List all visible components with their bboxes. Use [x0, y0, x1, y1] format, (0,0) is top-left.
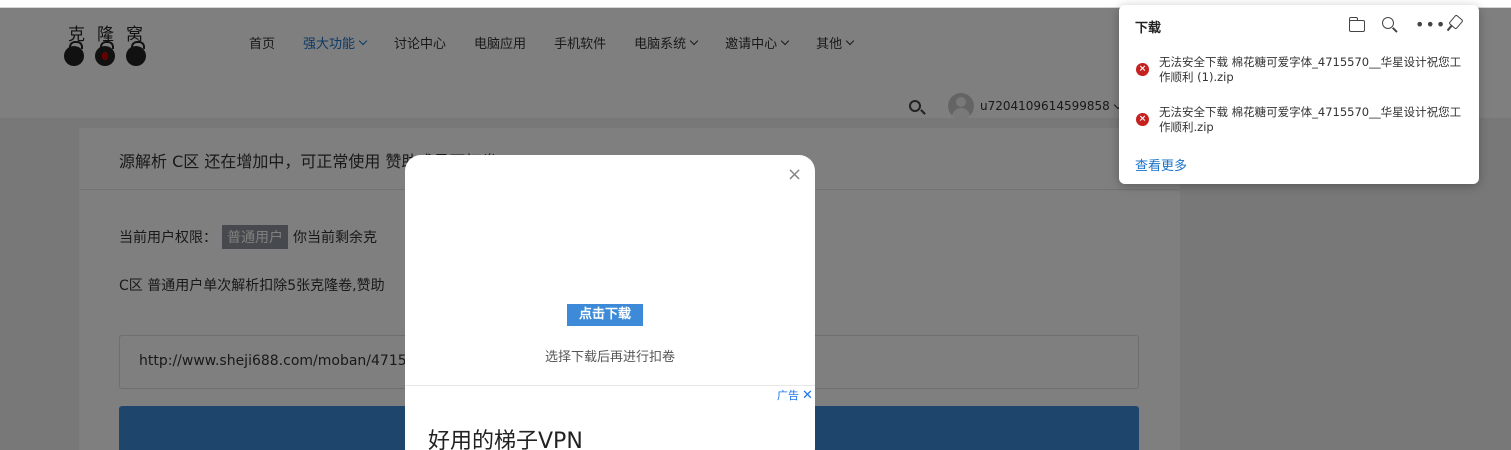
see-more-link[interactable]: 查看更多 [1135, 155, 1187, 174]
downloads-panel: 下载 ••• × 无法安全下载 棉花糖可爱字体_4715570__华星设计祝您工… [1119, 5, 1479, 184]
download-name: 无法安全下载 棉花糖可爱字体_4715570__华星设计祝您工作顺利 (1).z… [1159, 55, 1462, 84]
downloads-toolbar: ••• [1348, 14, 1465, 34]
pin-icon[interactable] [1447, 14, 1465, 34]
download-button[interactable]: 点击下载 [567, 304, 643, 326]
more-icon[interactable]: ••• [1414, 16, 1445, 34]
ad-title[interactable]: 好用的梯子VPN [428, 423, 583, 450]
download-modal: × 点击下载 选择下载后再进行扣卷 广告 ✕ 好用的梯子VPN [405, 155, 815, 450]
download-item[interactable]: × 无法安全下载 棉花糖可爱字体_4715570__华星设计祝您工作顺利.zip [1136, 105, 1471, 135]
ad-label[interactable]: 广告 ✕ [777, 387, 813, 403]
divider [405, 385, 815, 386]
search-icon[interactable] [1381, 16, 1399, 34]
error-icon: × [1136, 63, 1149, 76]
close-icon[interactable]: × [787, 165, 802, 185]
ad-close-icon[interactable]: ✕ [802, 388, 813, 403]
download-name: 无法安全下载 棉花糖可爱字体_4715570__华星设计祝您工作顺利.zip [1159, 105, 1462, 134]
downloads-title: 下载 [1135, 21, 1162, 36]
error-icon: × [1136, 113, 1149, 126]
download-item[interactable]: × 无法安全下载 棉花糖可爱字体_4715570__华星设计祝您工作顺利 (1)… [1136, 55, 1471, 85]
download-hint: 选择下载后再进行扣卷 [544, 350, 675, 365]
folder-icon[interactable] [1348, 16, 1366, 34]
